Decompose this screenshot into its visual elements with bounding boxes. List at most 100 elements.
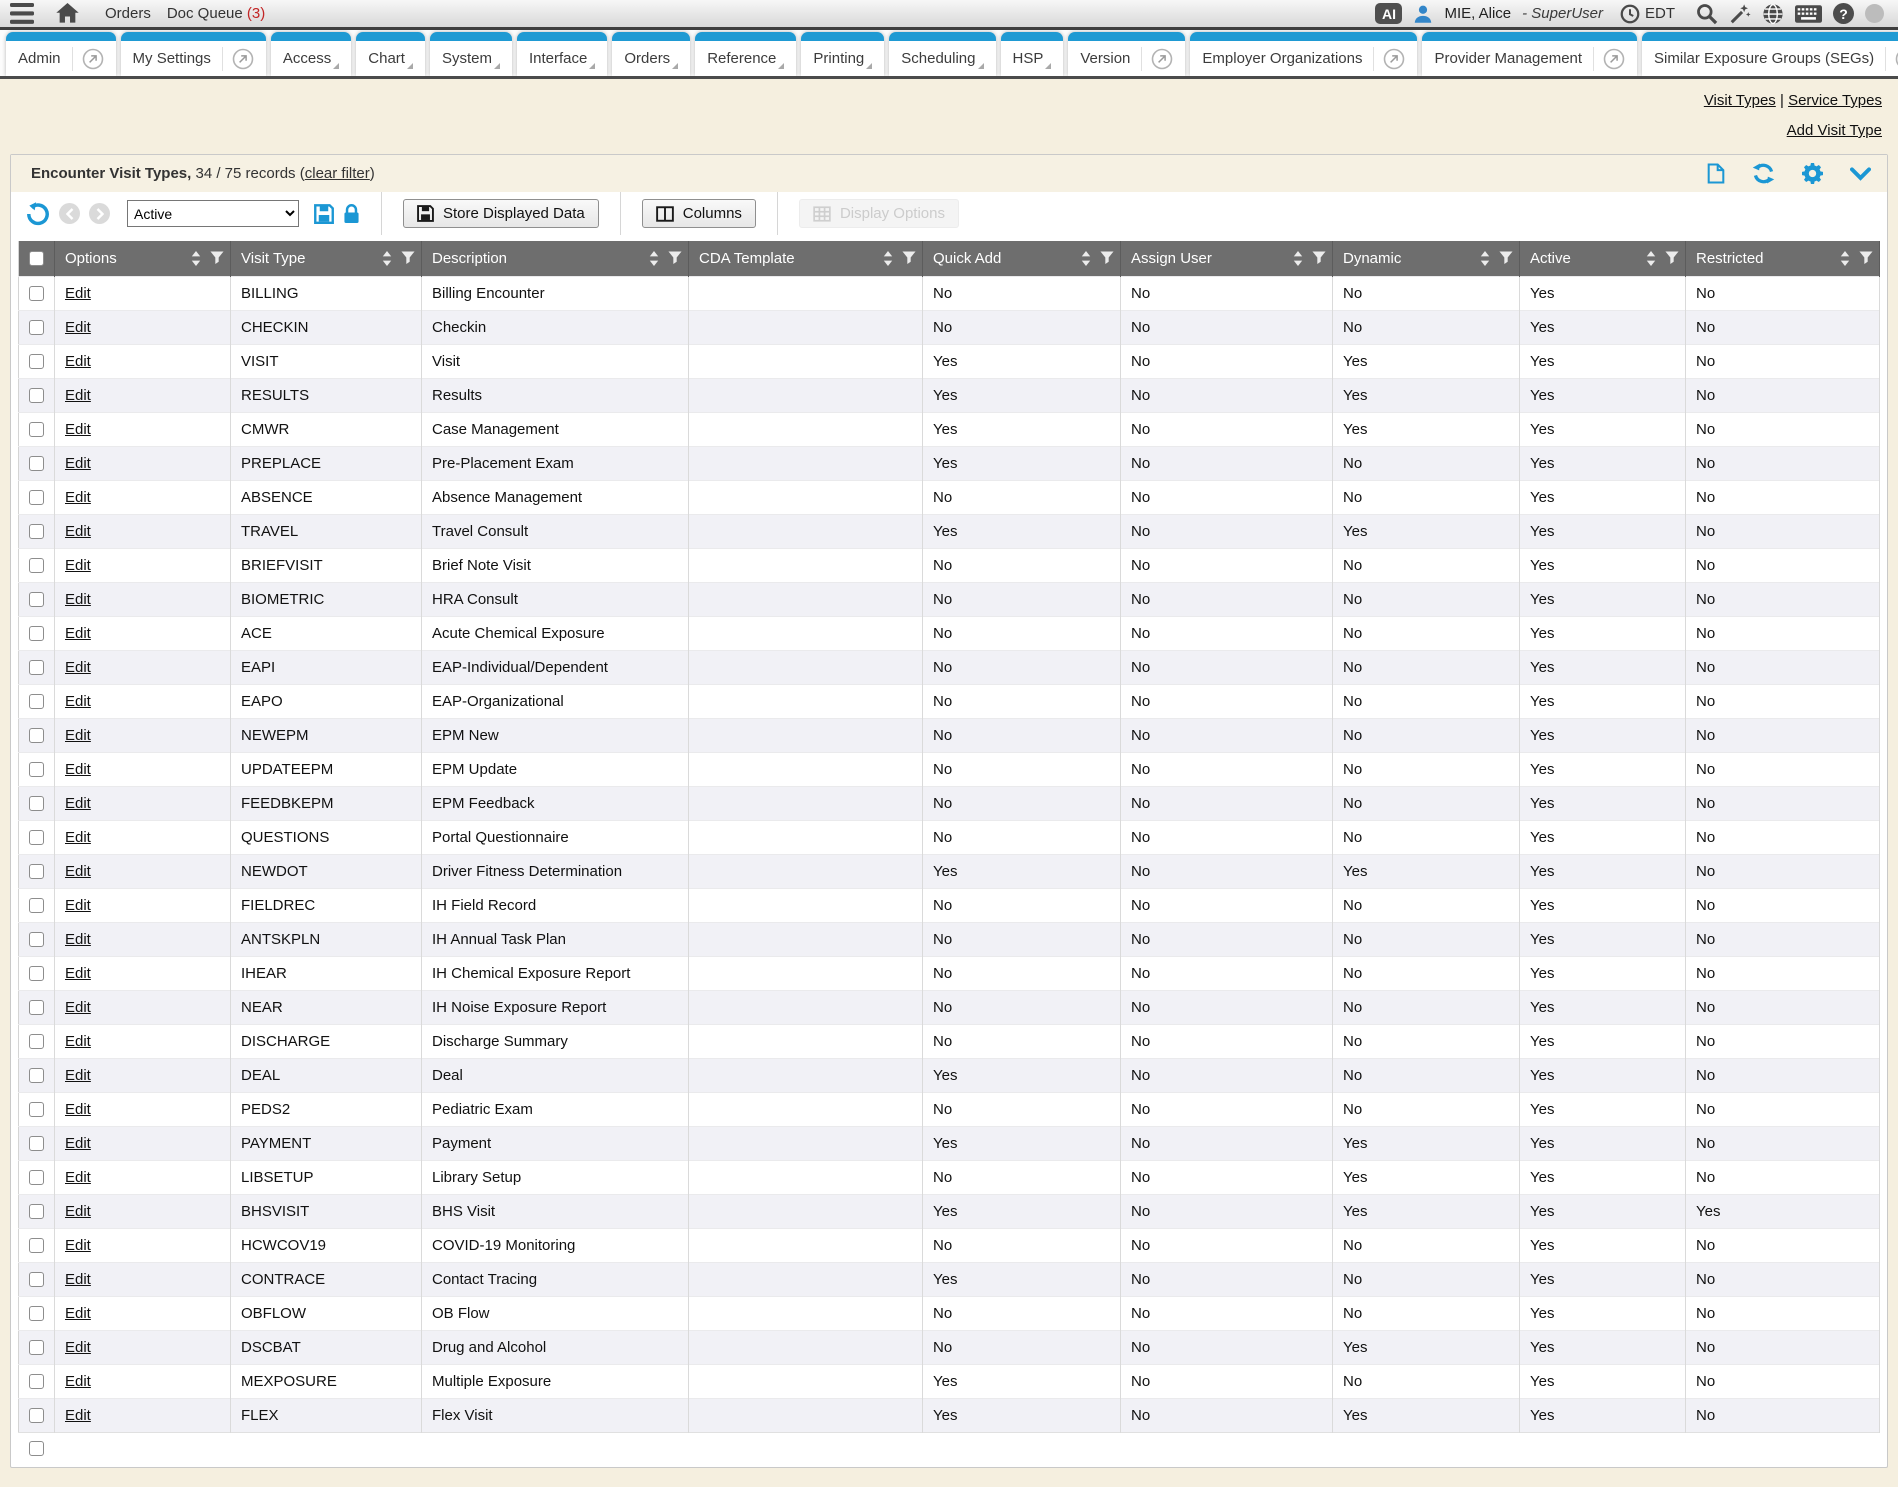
row-checkbox[interactable]	[29, 626, 44, 641]
collapse-chevron-icon[interactable]	[1850, 167, 1871, 181]
edit-link[interactable]: Edit	[65, 387, 91, 404]
tab-system[interactable]: System	[430, 32, 512, 76]
edit-link[interactable]: Edit	[65, 965, 91, 982]
row-checkbox[interactable]	[29, 1204, 44, 1219]
edit-link[interactable]: Edit	[65, 591, 91, 608]
filter-icon[interactable]	[401, 251, 415, 265]
new-document-icon[interactable]	[1707, 163, 1725, 184]
wand-icon[interactable]	[1729, 3, 1751, 25]
filter-icon[interactable]	[1312, 251, 1326, 265]
select-all-checkbox[interactable]	[29, 251, 44, 266]
filter-icon[interactable]	[1100, 251, 1114, 265]
column-header-visit-type[interactable]: Visit Type	[231, 241, 422, 276]
sort-icon[interactable]	[1646, 251, 1656, 266]
tab-interface[interactable]: Interface	[517, 32, 607, 76]
edit-link[interactable]: Edit	[65, 829, 91, 846]
column-header-active[interactable]: Active	[1520, 241, 1686, 276]
edit-link[interactable]: Edit	[65, 1373, 91, 1390]
popout-icon[interactable]	[82, 48, 104, 70]
save-view-icon[interactable]	[314, 204, 334, 224]
row-checkbox[interactable]	[29, 1238, 44, 1253]
home-icon[interactable]	[56, 3, 79, 24]
help-icon[interactable]: ?	[1833, 3, 1854, 24]
column-header-assign-user[interactable]: Assign User	[1121, 241, 1333, 276]
edit-link[interactable]: Edit	[65, 863, 91, 880]
row-checkbox[interactable]	[29, 762, 44, 777]
sort-icon[interactable]	[1293, 251, 1303, 266]
edit-link[interactable]: Edit	[65, 523, 91, 540]
column-header-dynamic[interactable]: Dynamic	[1333, 241, 1520, 276]
gear-icon[interactable]	[1802, 163, 1823, 184]
row-checkbox[interactable]	[29, 864, 44, 879]
tab-printing[interactable]: Printing	[801, 32, 884, 76]
tab-chart[interactable]: Chart	[356, 32, 425, 76]
clock-icon[interactable]	[1620, 4, 1640, 24]
row-checkbox[interactable]	[29, 1340, 44, 1355]
columns-button[interactable]: Columns	[642, 199, 756, 228]
edit-link[interactable]: Edit	[65, 489, 91, 506]
filter-icon[interactable]	[1859, 251, 1873, 265]
sort-icon[interactable]	[1840, 251, 1850, 266]
row-checkbox[interactable]	[29, 830, 44, 845]
edit-link[interactable]: Edit	[65, 353, 91, 370]
edit-link[interactable]: Edit	[65, 455, 91, 472]
tab-access[interactable]: Access	[271, 32, 351, 76]
row-checkbox[interactable]	[29, 1034, 44, 1049]
edit-link[interactable]: Edit	[65, 625, 91, 642]
row-checkbox[interactable]	[29, 422, 44, 437]
edit-link[interactable]: Edit	[65, 285, 91, 302]
row-checkbox[interactable]	[29, 1306, 44, 1321]
row-checkbox[interactable]	[29, 1102, 44, 1117]
edit-link[interactable]: Edit	[65, 999, 91, 1016]
row-checkbox[interactable]	[29, 1136, 44, 1151]
edit-link[interactable]: Edit	[65, 1305, 91, 1322]
service-types-link[interactable]: Service Types	[1788, 92, 1882, 109]
edit-link[interactable]: Edit	[65, 421, 91, 438]
row-checkbox[interactable]	[29, 524, 44, 539]
sort-icon[interactable]	[191, 251, 201, 266]
row-checkbox[interactable]	[29, 660, 44, 675]
row-checkbox[interactable]	[29, 456, 44, 471]
edit-link[interactable]: Edit	[65, 557, 91, 574]
nav-doc-queue[interactable]: Doc Queue (3)	[167, 5, 265, 22]
row-checkbox[interactable]	[29, 694, 44, 709]
edit-link[interactable]: Edit	[65, 659, 91, 676]
clear-filter-link[interactable]: clear filter	[305, 165, 370, 182]
tab-employer-organizations[interactable]: Employer Organizations	[1190, 32, 1417, 76]
edit-link[interactable]: Edit	[65, 1203, 91, 1220]
row-checkbox[interactable]	[29, 728, 44, 743]
hamburger-menu-icon[interactable]	[10, 3, 34, 24]
row-checkbox[interactable]	[29, 354, 44, 369]
edit-link[interactable]: Edit	[65, 1101, 91, 1118]
undo-icon[interactable]	[26, 202, 50, 226]
tab-reference[interactable]: Reference	[695, 32, 796, 76]
column-header-restricted[interactable]: Restricted	[1686, 241, 1880, 276]
edit-link[interactable]: Edit	[65, 727, 91, 744]
row-checkbox[interactable]	[29, 388, 44, 403]
popout-icon[interactable]	[1383, 48, 1405, 70]
tab-admin[interactable]: Admin	[6, 32, 116, 76]
edit-link[interactable]: Edit	[65, 795, 91, 812]
visit-types-link[interactable]: Visit Types	[1704, 92, 1776, 109]
tab-hsp[interactable]: HSP	[1001, 32, 1064, 76]
edit-link[interactable]: Edit	[65, 1407, 91, 1424]
row-checkbox[interactable]	[29, 320, 44, 335]
edit-link[interactable]: Edit	[65, 1237, 91, 1254]
row-checkbox[interactable]	[29, 1374, 44, 1389]
store-displayed-data-button[interactable]: Store Displayed Data	[403, 199, 599, 228]
tab-scheduling[interactable]: Scheduling	[889, 32, 995, 76]
keyboard-icon[interactable]	[1795, 5, 1822, 23]
column-header-cda-template[interactable]: CDA Template	[689, 241, 923, 276]
search-icon[interactable]	[1696, 3, 1718, 25]
edit-link[interactable]: Edit	[65, 1135, 91, 1152]
popout-icon[interactable]	[1151, 48, 1173, 70]
column-header-options[interactable]: Options	[55, 241, 231, 276]
edit-link[interactable]: Edit	[65, 319, 91, 336]
sort-icon[interactable]	[883, 251, 893, 266]
row-checkbox[interactable]	[29, 898, 44, 913]
footer-checkbox[interactable]	[29, 1441, 44, 1456]
row-checkbox[interactable]	[29, 592, 44, 607]
row-checkbox[interactable]	[29, 1000, 44, 1015]
row-checkbox[interactable]	[29, 1068, 44, 1083]
filter-icon[interactable]	[1499, 251, 1513, 265]
